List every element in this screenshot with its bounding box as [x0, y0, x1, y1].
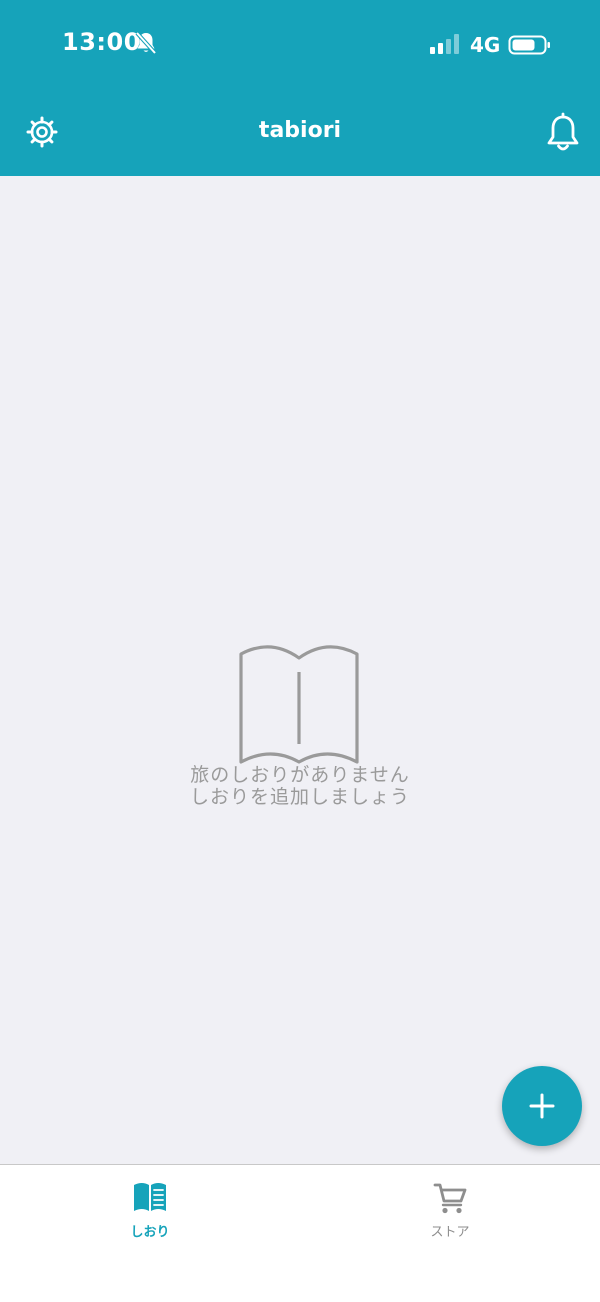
- bell-icon[interactable]: [544, 112, 582, 154]
- tab-store-label: ストア: [430, 1225, 470, 1240]
- bell-slash-icon: [135, 31, 157, 55]
- network-type: 4G: [470, 33, 501, 57]
- tab-store[interactable]: ストア: [390, 1181, 510, 1240]
- app-header: 13:00 4G tabiori: [0, 0, 600, 176]
- empty-hint: しおりを追加しましょう: [189, 786, 410, 808]
- signal-icon: [430, 34, 459, 54]
- plus-icon: [529, 1093, 555, 1119]
- tab-bar: しおり ストア: [0, 1164, 600, 1302]
- empty-state: 旅のしおりがありません しおりを追加しましょう: [0, 640, 600, 808]
- cart-icon: [433, 1183, 467, 1214]
- open-book-icon: [239, 645, 359, 764]
- status-time: 13:00: [62, 28, 141, 56]
- app-title: tabiori: [258, 118, 342, 143]
- battery-icon: [508, 35, 550, 55]
- tab-bookmarks-label: しおり: [130, 1225, 170, 1240]
- add-bookmark-button[interactable]: [502, 1066, 582, 1146]
- book-icon: [134, 1183, 166, 1211]
- empty-message: 旅のしおりがありません: [190, 764, 410, 786]
- tab-bookmarks[interactable]: しおり: [90, 1181, 210, 1240]
